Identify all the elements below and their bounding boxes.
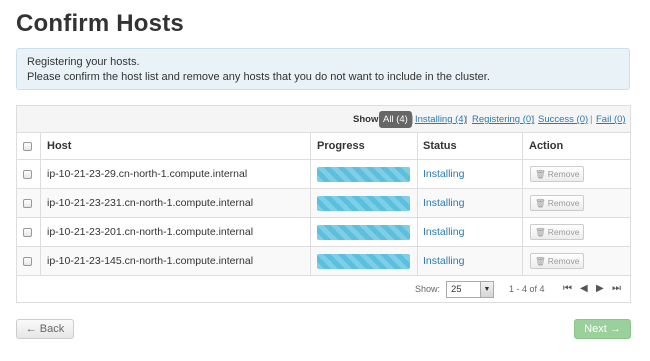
table-row: ip-10-21-23-145.cn-north-1.compute.inter… — [17, 247, 630, 276]
back-button[interactable]: ← Back — [16, 319, 74, 339]
next-page-icon[interactable]: ▶ — [596, 283, 604, 294]
previous-page-icon[interactable]: ◀ — [580, 283, 588, 294]
filter-fail[interactable]: Fail (0) — [596, 114, 626, 125]
page-range: 1 - 4 of 4 — [509, 284, 545, 294]
row-checkbox[interactable] — [23, 169, 32, 179]
filter-label: Show: — [353, 114, 382, 125]
hosts-panel: Show: All (4) | Installing (4) | Registe… — [16, 105, 631, 303]
progress-bar — [317, 253, 410, 269]
table-footer: Show: 25 ▼ 1 - 4 of 4 ⏮ ◀ ▶ ⏭ — [17, 276, 630, 303]
trash-icon: 🗑 — [535, 255, 546, 266]
alert-line-2: Please confirm the host list and remove … — [27, 70, 490, 83]
page-size-value: 25 — [451, 284, 462, 295]
page-size-label: Show: — [415, 284, 441, 294]
dropdown-arrow-icon: ▼ — [480, 282, 493, 297]
filter-separator: | — [411, 114, 414, 125]
progress-bar — [317, 195, 410, 211]
table-row: ip-10-21-23-201.cn-north-1.compute.inter… — [17, 218, 630, 247]
status-link[interactable]: Installing — [423, 189, 464, 217]
host-name: ip-10-21-23-201.cn-north-1.compute.inter… — [47, 226, 254, 238]
page-title: Confirm Hosts — [16, 10, 184, 37]
progress-bar — [317, 166, 410, 182]
remove-button[interactable]: 🗑 Remove — [530, 195, 585, 211]
host-name: ip-10-21-23-145.cn-north-1.compute.inter… — [47, 255, 254, 267]
host-name: ip-10-21-23-29.cn-north-1.compute.intern… — [47, 168, 248, 180]
filter-separator: | — [590, 114, 593, 125]
remove-button[interactable]: 🗑 Remove — [530, 224, 585, 240]
host-name: ip-10-21-23-231.cn-north-1.compute.inter… — [47, 197, 254, 209]
remove-label: Remove — [547, 169, 580, 179]
page-size-select[interactable]: 25 ▼ — [446, 281, 494, 298]
info-alert: Registering your hosts. Please confirm t… — [16, 48, 630, 90]
select-all-cell — [23, 133, 32, 159]
table-row: ip-10-21-23-29.cn-north-1.compute.intern… — [17, 160, 630, 189]
remove-button[interactable]: 🗑 Remove — [530, 253, 585, 269]
select-all-checkbox[interactable] — [23, 141, 32, 151]
row-checkbox[interactable] — [23, 198, 32, 208]
trash-icon: 🗑 — [535, 168, 546, 179]
status-link[interactable]: Installing — [423, 160, 464, 188]
filter-separator: | — [465, 114, 468, 125]
table-row: ip-10-21-23-231.cn-north-1.compute.inter… — [17, 189, 630, 218]
column-header-status[interactable]: Status — [423, 133, 457, 159]
alert-line-1: Registering your hosts. — [27, 56, 140, 68]
row-checkbox[interactable] — [23, 256, 32, 266]
next-button[interactable]: Next → — [574, 319, 631, 339]
filter-registering[interactable]: Registering (0) — [472, 114, 534, 125]
filter-installing[interactable]: Installing (4) — [415, 114, 467, 125]
table-header: Host Progress Status Action — [17, 133, 630, 160]
progress-bar — [317, 224, 410, 240]
trash-icon: 🗑 — [535, 197, 546, 208]
status-link[interactable]: Installing — [423, 218, 464, 246]
remove-label: Remove — [547, 198, 580, 208]
trash-icon: 🗑 — [535, 226, 546, 237]
filter-separator: | — [532, 114, 535, 125]
status-link[interactable]: Installing — [423, 247, 464, 275]
column-header-host[interactable]: Host — [47, 133, 71, 159]
first-page-icon[interactable]: ⏮ — [563, 283, 572, 294]
row-checkbox[interactable] — [23, 227, 32, 237]
remove-label: Remove — [547, 227, 580, 237]
column-header-progress[interactable]: Progress — [317, 133, 365, 159]
status-filter-bar: Show: All (4) | Installing (4) | Registe… — [17, 106, 630, 133]
column-header-action: Action — [529, 140, 564, 152]
remove-button[interactable]: 🗑 Remove — [530, 166, 585, 182]
filter-all[interactable]: All (4) — [379, 111, 412, 128]
remove-label: Remove — [547, 256, 580, 266]
last-page-icon[interactable]: ⏭ — [612, 283, 621, 294]
filter-success[interactable]: Success (0) — [538, 114, 588, 125]
